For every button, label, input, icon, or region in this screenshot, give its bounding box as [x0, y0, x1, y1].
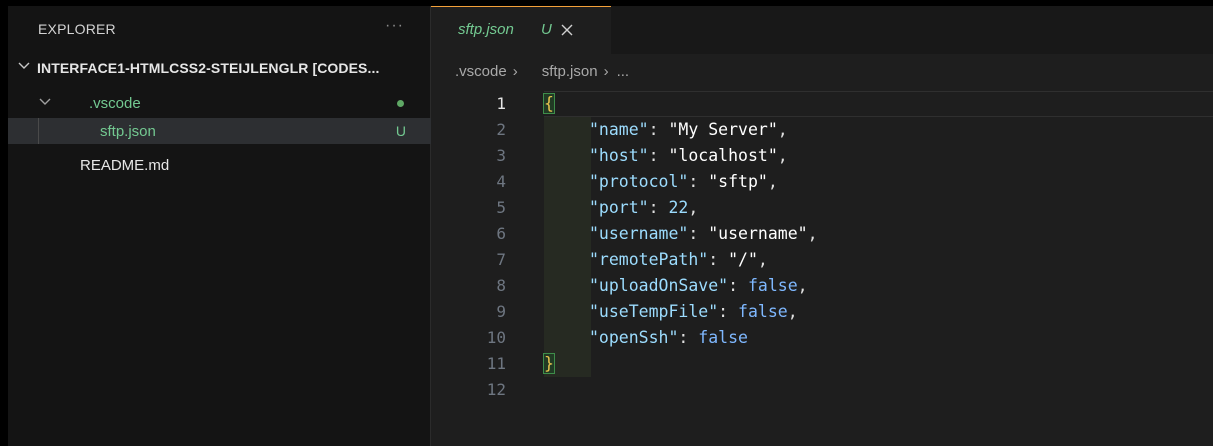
json-key: "useTempFile" [589, 302, 719, 321]
code-line: 12 [431, 377, 1213, 403]
line-number: 10 [486, 328, 506, 347]
json-key: "uploadOnSave" [589, 276, 729, 295]
json-value: "sftp" [708, 172, 768, 191]
code-editor[interactable]: 1 { 2 "name": "My Server", 3 "host": "lo… [431, 91, 1213, 446]
close-icon[interactable] [561, 24, 573, 36]
line-number: 5 [496, 198, 506, 217]
json-key: "protocol" [589, 172, 689, 191]
code-line: 2 "name": "My Server", [431, 117, 1213, 143]
vscode-window: EXPLORER ··· INTERFACE1-HTMLCSS2-STEIJLE… [8, 6, 1213, 446]
code-line: 7 "remotePath": "/", [431, 247, 1213, 273]
file-label: README.md [80, 157, 170, 174]
chevron-down-icon [17, 58, 31, 72]
json-value: 22 [668, 198, 689, 217]
editor-area: sftp.json U .vscode › sftp.json ›... 1 { 2 … [431, 6, 1213, 446]
chevron-right-icon: › [603, 63, 609, 80]
line-number: 9 [496, 302, 506, 321]
explorer-header: EXPLORER ··· [8, 6, 430, 54]
json-value: false [747, 276, 798, 295]
json-value: "localhost" [668, 146, 778, 165]
code-line: 10 "openSsh": false [431, 325, 1213, 351]
json-value: false [738, 302, 788, 321]
code-line: 9 "useTempFile": false, [431, 299, 1213, 325]
breadcrumb-more[interactable]: ... [617, 63, 630, 80]
close-brace: } [543, 353, 555, 374]
json-value: "/" [728, 250, 758, 269]
json-key: "remotePath" [589, 250, 709, 269]
line-number: 3 [496, 146, 506, 165]
code-line: 8 "uploadOnSave": false, [431, 273, 1213, 299]
code-line: 4 "protocol": "sftp", [431, 169, 1213, 195]
untracked-badge: U [395, 123, 406, 139]
breadcrumb: .vscode › sftp.json ›... [455, 63, 629, 80]
code-line: 6 "username": "username", [431, 221, 1213, 247]
more-actions-icon[interactable]: ··· [385, 17, 404, 35]
line-number: 8 [496, 276, 506, 295]
tab-bar: sftp.json U [431, 6, 1213, 54]
code-line: 5 "port": 22, [431, 195, 1213, 221]
open-brace: { [543, 93, 555, 114]
workspace-label: INTERFACE1-HTMLCSS2-STEIJLENGLR [CODES..… [37, 60, 380, 76]
modified-dot-icon [397, 100, 404, 107]
line-number: 2 [496, 120, 506, 139]
json-value: "My Server" [668, 120, 778, 139]
chevron-down-icon [38, 94, 52, 108]
tab-label: sftp.json [458, 21, 514, 38]
file-item-readme[interactable]: README.md [8, 152, 431, 178]
line-number: 12 [486, 380, 506, 399]
json-value: false [698, 328, 748, 347]
json-key: "name" [589, 120, 649, 139]
code-line: 1 { [431, 91, 1213, 117]
line-number: 6 [496, 224, 506, 243]
workspace-root-item[interactable]: INTERFACE1-HTMLCSS2-STEIJLENGLR [CODES..… [8, 54, 431, 80]
json-key: "host" [589, 146, 649, 165]
explorer-sidebar: EXPLORER ··· INTERFACE1-HTMLCSS2-STEIJLE… [8, 6, 431, 446]
code-line: 11 } [431, 351, 1213, 377]
tab-untracked-badge: U [541, 21, 552, 38]
explorer-title: EXPLORER [38, 21, 116, 37]
line-number: 11 [486, 354, 506, 373]
indent-guide [38, 118, 39, 144]
chevron-right-icon: › [512, 63, 518, 80]
file-item-sftp-json[interactable]: sftp.json U [8, 118, 431, 144]
folder-label: .vscode [89, 95, 141, 112]
code-line: 3 "host": "localhost", [431, 143, 1213, 169]
line-number: 1 [496, 94, 506, 113]
json-key: "port" [589, 198, 649, 217]
file-label: sftp.json [100, 123, 156, 140]
line-number: 7 [496, 250, 506, 269]
json-value: "username" [708, 224, 808, 243]
tab-sftp-json[interactable]: sftp.json U [431, 6, 611, 54]
json-key: "openSsh" [589, 328, 679, 347]
line-number: 4 [496, 172, 506, 191]
json-key: "username" [589, 224, 689, 243]
breadcrumb-file[interactable]: sftp.json [542, 63, 598, 80]
folder-item-vscode[interactable]: .vscode [8, 90, 431, 116]
breadcrumb-folder[interactable]: .vscode [455, 63, 507, 80]
